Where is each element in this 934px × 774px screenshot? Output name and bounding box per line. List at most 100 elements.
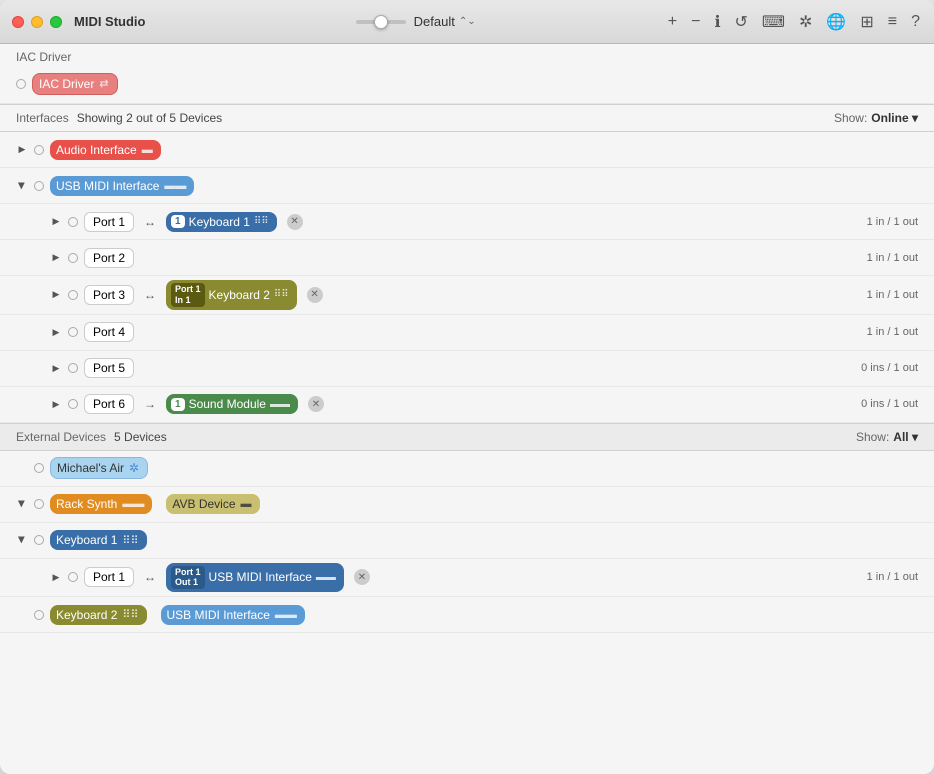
- ext-keyboard2-dot: [34, 610, 44, 620]
- ext-keyboard2-icon: ⠿⠿: [122, 608, 138, 621]
- port2-dot: [68, 253, 78, 263]
- audio-interface-row-left: ▶ Audio Interface ▬: [16, 140, 918, 160]
- ext-keyboard1-port1-remove-button[interactable]: ✕: [354, 569, 370, 585]
- ext-keyboard2-chip[interactable]: Keyboard 2 ⠿⠿: [50, 605, 147, 625]
- grid-icon[interactable]: ⊞: [858, 10, 875, 34]
- keyboard-icon[interactable]: ⌨: [760, 10, 787, 34]
- port1-expand[interactable]: ▶: [50, 216, 62, 228]
- scheme-chevron-icon: ⌃⌄: [459, 16, 476, 27]
- minus-icon[interactable]: −: [689, 11, 702, 33]
- iac-driver-chip[interactable]: IAC Driver ⇄: [32, 73, 118, 95]
- ext-keyboard1-expand[interactable]: ▶: [16, 534, 28, 546]
- minimize-button[interactable]: [31, 16, 43, 28]
- keyboard1-chip[interactable]: 1 Keyboard 1 ⠿⠿: [166, 212, 277, 232]
- info-icon[interactable]: ℹ: [712, 10, 722, 34]
- port1-row: ▶ Port 1 ↔ 1 Keyboard 1 ⠿⠿ ✕ 1 in / 1 ou…: [0, 204, 934, 240]
- ext-keyboard2-row: ▶ Keyboard 2 ⠿⠿ USB MIDI Interface ▬▬: [0, 597, 934, 633]
- toolbar-center: Default ⌃⌄: [166, 14, 666, 29]
- port6-stats: 0 ins / 1 out: [861, 398, 918, 410]
- port4-label: Port 4: [93, 325, 125, 339]
- window-title: MIDI Studio: [74, 14, 146, 29]
- help-icon[interactable]: ?: [909, 11, 922, 33]
- rack-synth-chip[interactable]: Rack Synth ▬▬: [50, 494, 152, 514]
- ext-keyboard1-port1-badge-chip[interactable]: Port 1Out 1 USB MIDI Interface ▬▬: [166, 563, 344, 593]
- keyboard2-label: Keyboard 2: [209, 288, 270, 302]
- iac-row-left: IAC Driver ⇄: [16, 73, 918, 95]
- interfaces-show-value: Online ▾: [871, 111, 918, 125]
- audio-interface-dot: [34, 145, 44, 155]
- rack-synth-row: ▶ Rack Synth ▬▬ AVB Device ▬: [0, 487, 934, 523]
- usb-midi-interface-row: ▶ USB MIDI Interface ▬▬: [0, 168, 934, 204]
- ext-keyboard1-chip[interactable]: Keyboard 1 ⠿⠿: [50, 530, 147, 550]
- port6-chip: Port 6: [84, 394, 134, 414]
- network-icon[interactable]: 🌐: [824, 10, 848, 34]
- ext-usb-midi-label-1: USB MIDI Interface: [209, 570, 312, 584]
- interfaces-header: Interfaces Showing 2 out of 5 Devices Sh…: [0, 105, 934, 131]
- audio-interface-icon: ▬: [142, 144, 153, 156]
- list-icon[interactable]: ≡: [886, 11, 899, 33]
- add-icon[interactable]: +: [666, 11, 679, 33]
- port6-remove-button[interactable]: ✕: [308, 396, 324, 412]
- port5-stats: 0 ins / 1 out: [861, 362, 918, 374]
- external-count: 5 Devices: [114, 430, 167, 444]
- sound-module-chip[interactable]: 1 Sound Module ▬▬: [166, 394, 298, 414]
- port2-row: ▶ Port 2 1 in / 1 out: [0, 240, 934, 276]
- zoom-slider[interactable]: [356, 20, 406, 24]
- port3-remove-button[interactable]: ✕: [307, 287, 323, 303]
- port4-expand[interactable]: ▶: [50, 326, 62, 338]
- ext-keyboard1-port1-expand[interactable]: ▶: [50, 571, 62, 583]
- port5-label: Port 5: [93, 361, 125, 375]
- traffic-lights: [12, 16, 62, 28]
- port6-dot: [68, 399, 78, 409]
- toolbar-right: + − ℹ ↺ ⌨ ✲ 🌐 ⊞ ≡ ?: [666, 10, 922, 34]
- avb-device-chip[interactable]: AVB Device ▬: [166, 494, 259, 514]
- usb-midi-expand[interactable]: ▶: [16, 180, 28, 192]
- avb-device-icon: ▬: [241, 498, 252, 510]
- michaels-air-chip[interactable]: Michael's Air ✲: [50, 457, 148, 479]
- usb-midi-chip[interactable]: USB MIDI Interface ▬▬: [50, 176, 194, 196]
- audio-interface-chip[interactable]: Audio Interface ▬: [50, 140, 161, 160]
- sound-module-badge: 1: [171, 398, 185, 411]
- keyboard2-chip[interactable]: Port 1In 1 Keyboard 2 ⠿⠿: [166, 280, 297, 310]
- port1-dot: [68, 217, 78, 227]
- rack-synth-label: Rack Synth: [56, 497, 117, 511]
- port5-expand[interactable]: ▶: [50, 362, 62, 374]
- ext-keyboard1-port1-connector: ↔: [144, 570, 156, 584]
- maximize-button[interactable]: [50, 16, 62, 28]
- rack-synth-expand[interactable]: ▶: [16, 498, 28, 510]
- port5-chip: Port 5: [84, 358, 134, 378]
- interfaces-label: Interfaces: [16, 111, 69, 125]
- port1-chip: Port 1: [84, 212, 134, 232]
- scheme-selector[interactable]: Default ⌃⌄: [414, 14, 476, 29]
- keyboard1-label: Keyboard 1: [189, 215, 250, 229]
- port2-chip: Port 2: [84, 248, 134, 268]
- interfaces-count: Showing 2 out of 5 Devices: [77, 111, 222, 125]
- slider-thumb: [374, 15, 388, 29]
- port3-expand[interactable]: ▶: [50, 289, 62, 301]
- port1-remove-button[interactable]: ✕: [287, 214, 303, 230]
- michaels-air-label: Michael's Air: [57, 461, 124, 475]
- usb-midi-row-left: ▶ USB MIDI Interface ▬▬: [16, 176, 918, 196]
- interfaces-show-filter[interactable]: Show: Online ▾: [834, 111, 918, 125]
- iac-section-title: IAC Driver: [16, 50, 918, 64]
- ext-keyboard2-usb-chip[interactable]: USB MIDI Interface ▬▬: [161, 605, 305, 625]
- rescan-icon[interactable]: ↺: [733, 10, 750, 34]
- port3-dot: [68, 290, 78, 300]
- port6-expand[interactable]: ▶: [50, 398, 62, 410]
- external-show-filter[interactable]: Show: All ▾: [856, 430, 918, 444]
- keyboard1-icon: ⠿⠿: [254, 216, 269, 227]
- ext-usb-midi-icon-1: ▬▬: [316, 572, 336, 583]
- port3-row: ▶ Port 3 ↔ Port 1In 1 Keyboard 2 ⠿⠿ ✕ 1 …: [0, 276, 934, 315]
- keyboard1-badge: 1: [171, 215, 185, 228]
- ext-keyboard1-port1-dot: [68, 572, 78, 582]
- slider-track: [356, 20, 406, 24]
- bluetooth-icon[interactable]: ✲: [797, 10, 814, 34]
- close-button[interactable]: [12, 16, 24, 28]
- port2-expand[interactable]: ▶: [50, 252, 62, 264]
- ext-keyboard1-icon: ⠿⠿: [122, 534, 138, 547]
- audio-interface-expand[interactable]: ▶: [16, 144, 28, 156]
- port3-connector: ↔: [144, 288, 156, 302]
- keyboard2-badge: Port 1In 1: [171, 283, 205, 307]
- iac-midi-icon: ⇄: [99, 77, 108, 90]
- external-section-header: External Devices 5 Devices Show: All ▾: [0, 423, 934, 451]
